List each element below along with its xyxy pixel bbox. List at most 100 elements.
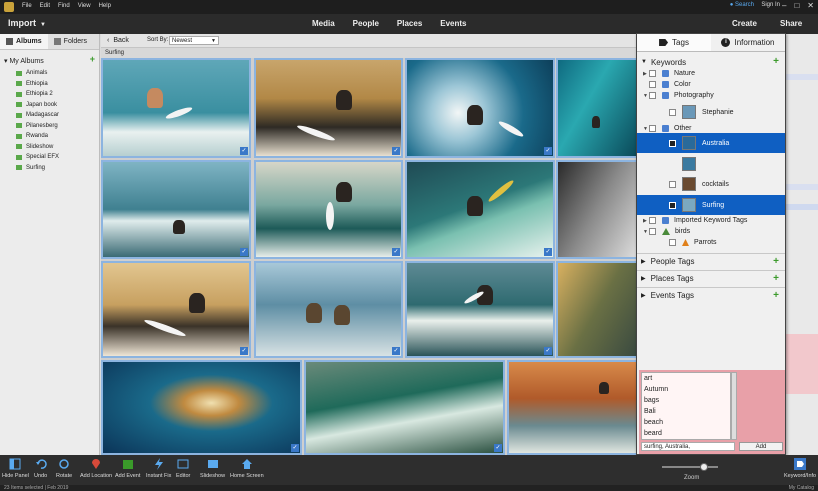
album-item-surfing[interactable]: Surfing — [0, 163, 99, 174]
maximize-icon[interactable]: □ — [794, 1, 799, 10]
tag-checkbox[interactable] — [649, 217, 656, 224]
menu-edit[interactable]: Edit — [40, 3, 50, 9]
check-icon[interactable]: ✓ — [392, 147, 400, 155]
photo-thumbnail[interactable]: ✓ — [405, 160, 555, 259]
add-event-tag-icon[interactable]: + — [773, 290, 779, 301]
tag-row-birds[interactable]: ▼ birds — [637, 226, 785, 237]
album-item-rwanda[interactable]: Rwanda — [0, 131, 99, 142]
add-album-icon[interactable]: + — [90, 54, 95, 64]
add-location-button[interactable]: Add Location — [80, 458, 112, 479]
instant-fix-button[interactable]: Instant Fix — [146, 458, 171, 479]
home-screen-button[interactable]: Home Screen — [230, 458, 264, 479]
check-icon[interactable]: ✓ — [392, 347, 400, 355]
back-button[interactable]: ‹ Back — [107, 37, 129, 44]
check-icon[interactable]: ✓ — [544, 147, 552, 155]
album-item-madagascar[interactable]: Madagascar — [0, 110, 99, 121]
keywords-header[interactable]: ▼ Keywords + — [637, 56, 785, 68]
search-button[interactable]: ● Search — [730, 2, 754, 8]
check-icon[interactable]: ✓ — [392, 248, 400, 256]
check-icon[interactable]: ✓ — [544, 248, 552, 256]
chevron-right-icon[interactable]: ▶ — [641, 292, 646, 299]
tag-checkbox[interactable] — [669, 139, 676, 147]
tab-media[interactable]: Media — [312, 19, 335, 28]
photo-thumbnail[interactable]: ✓ — [101, 160, 251, 259]
photo-thumbnail[interactable]: ✓ — [405, 58, 555, 158]
slideshow-button[interactable]: Slideshow — [200, 458, 225, 479]
tag-checkbox[interactable] — [649, 125, 656, 132]
menu-file[interactable]: File — [22, 3, 32, 9]
places-tags-header[interactable]: ▶ Places Tags + — [637, 270, 785, 285]
tag-checkbox[interactable] — [649, 70, 656, 77]
tab-information[interactable]: i Information — [711, 34, 785, 51]
hide-panel-button[interactable]: Hide Panel — [2, 458, 29, 479]
menu-find[interactable]: Find — [58, 3, 70, 9]
tab-tags[interactable]: Tags — [637, 34, 711, 51]
tab-albums[interactable]: Albums — [0, 34, 48, 49]
tag-row-nature[interactable]: ▶ Nature — [637, 68, 785, 79]
photo-thumbnail[interactable]: ✓ — [254, 160, 403, 259]
undo-button[interactable]: Undo — [34, 458, 47, 479]
check-icon[interactable]: ✓ — [240, 347, 248, 355]
tag-row-color[interactable]: Color — [637, 79, 785, 90]
photo-thumbnail[interactable] — [556, 160, 636, 259]
keyword-info-button[interactable]: Keyword/Info — [784, 458, 816, 479]
chevron-down-icon[interactable]: ▾ — [4, 57, 8, 65]
photo-thumbnail[interactable]: ✓ — [254, 261, 403, 358]
menu-view[interactable]: View — [78, 3, 91, 9]
photo-thumbnail[interactable] — [507, 360, 636, 455]
tab-folders[interactable]: Folders — [48, 34, 93, 49]
photo-thumbnail[interactable]: ✓ — [101, 58, 251, 158]
suggestion-item[interactable]: Bali — [642, 406, 730, 417]
add-people-tag-icon[interactable]: + — [773, 256, 779, 267]
album-item-animals[interactable]: Animals — [0, 68, 99, 79]
chevron-right-icon[interactable]: ▶ — [641, 275, 646, 282]
sign-in-link[interactable]: Sign In — [761, 2, 780, 8]
suggestion-item[interactable]: art — [642, 373, 730, 384]
tag-row-australia[interactable]: Australia — [637, 133, 785, 153]
suggestion-item[interactable]: beach — [642, 417, 730, 428]
tab-places[interactable]: Places — [397, 19, 422, 28]
photo-thumbnail[interactable]: ✓ — [405, 261, 555, 358]
check-icon[interactable]: ✓ — [291, 444, 299, 452]
editor-button[interactable]: Editor — [176, 458, 190, 479]
tag-row-stephanie[interactable]: Stephanie — [637, 102, 785, 122]
suggestion-item[interactable]: bags — [642, 395, 730, 406]
tag-checkbox[interactable] — [649, 81, 656, 88]
my-albums-header[interactable]: ▾ My Albums + — [0, 54, 99, 68]
sort-select[interactable]: Newest ▼ — [169, 36, 219, 45]
suggestion-item[interactable]: Autumn — [642, 384, 730, 395]
tag-checkbox[interactable] — [649, 228, 656, 235]
check-icon[interactable]: ✓ — [494, 444, 502, 452]
suggestion-scrollbar[interactable] — [731, 372, 737, 440]
album-item-pilanesberg[interactable]: Pilanesberg — [0, 121, 99, 132]
album-item-ethiopia-2[interactable]: Ethiopia 2 — [0, 89, 99, 100]
album-item-japan-book[interactable]: Japan book — [0, 100, 99, 111]
photo-thumbnail[interactable]: ✓ — [101, 360, 302, 455]
tag-input[interactable]: surfing, Australia, — [641, 442, 735, 451]
add-place-tag-icon[interactable]: + — [773, 273, 779, 284]
check-icon[interactable]: ✓ — [544, 347, 552, 355]
import-button[interactable]: Import ▼ — [8, 18, 46, 28]
zoom-slider[interactable] — [662, 466, 718, 468]
tag-row-other-thumb[interactable] — [637, 154, 785, 174]
zoom-slider-handle[interactable] — [700, 463, 708, 471]
tag-row-parrots[interactable]: Parrots — [637, 237, 785, 248]
tag-checkbox[interactable] — [669, 108, 676, 116]
photo-thumbnail[interactable]: ✓ — [254, 58, 403, 158]
menu-help[interactable]: Help — [99, 3, 111, 9]
album-item-ethiopia[interactable]: Ethiopia — [0, 79, 99, 90]
tag-suggestion-list[interactable]: art Autumn bags Bali beach beard — [641, 372, 731, 440]
tab-events[interactable]: Events — [440, 19, 466, 28]
tag-row-photography[interactable]: ▼ Photography — [637, 90, 785, 101]
tag-row-surfing[interactable]: Surfing — [637, 195, 785, 215]
photo-thumbnail[interactable] — [556, 58, 636, 158]
share-button[interactable]: Share — [780, 19, 802, 28]
events-tags-header[interactable]: ▶ Events Tags + — [637, 287, 785, 302]
photo-thumbnail[interactable]: ✓ — [101, 261, 251, 358]
close-icon[interactable]: ✕ — [807, 1, 814, 10]
people-tags-header[interactable]: ▶ People Tags + — [637, 253, 785, 268]
chevron-down-icon[interactable]: ▼ — [641, 59, 647, 65]
tag-row-imported-keyword-tags[interactable]: ▶ Imported Keyword Tags — [637, 215, 785, 226]
suggestion-item[interactable]: beard — [642, 428, 730, 439]
rotate-button[interactable]: Rotate — [56, 458, 72, 479]
